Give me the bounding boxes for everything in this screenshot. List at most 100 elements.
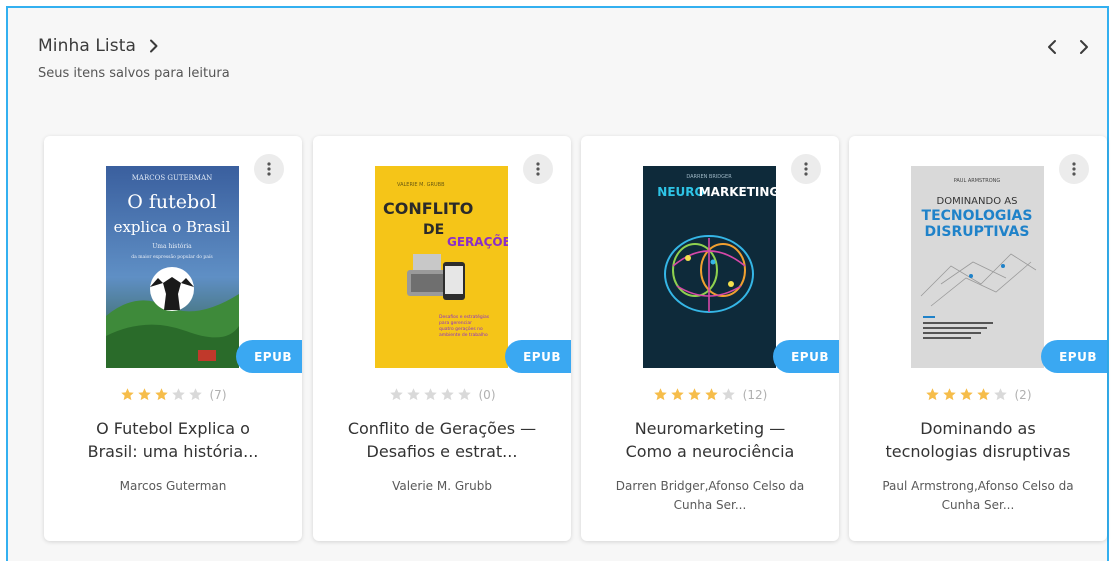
- star-icon: [687, 387, 702, 402]
- card-menu-button[interactable]: [523, 154, 553, 184]
- format-badge: EPUB: [773, 340, 839, 373]
- book-author-line: Cunha Ser...: [941, 498, 1015, 512]
- star-icon: [440, 387, 455, 402]
- card-menu-button[interactable]: [254, 154, 284, 184]
- book-author: Darren Bridger,Afonso Celso da Cunha Ser…: [597, 477, 823, 515]
- book-title-line: Como a neurociência: [625, 442, 795, 461]
- star-icon: [154, 387, 169, 402]
- book-title-line: Dominando as: [920, 419, 1036, 438]
- star-icon: [457, 387, 472, 402]
- book-title-line: Neuromarketing —: [634, 419, 786, 438]
- cover-subtitle-text: para gerenciar: [439, 320, 472, 326]
- book-title-line: O Futebol Explica o: [96, 419, 250, 438]
- star-icon: [171, 387, 186, 402]
- star-icon: [993, 387, 1008, 402]
- book-title[interactable]: Dominando as tecnologias disruptivas: [867, 417, 1089, 463]
- book-card[interactable]: PAUL ARMSTRONG DOMINANDO AS TECNOLOGIAS …: [849, 136, 1107, 541]
- book-title-line: Brasil: uma história...: [87, 442, 259, 461]
- star-icon: [925, 387, 940, 402]
- format-badge: EPUB: [1041, 340, 1107, 373]
- cover-title-text: CONFLITO: [383, 199, 473, 218]
- book-cover-image[interactable]: PAUL ARMSTRONG DOMINANDO AS TECNOLOGIAS …: [911, 166, 1044, 368]
- chevron-right-icon: [1080, 40, 1088, 54]
- star-icon: [653, 387, 668, 402]
- chevron-left-icon: [1048, 40, 1056, 54]
- rating: (7): [44, 387, 302, 402]
- star-icon: [423, 387, 438, 402]
- rating: (0): [313, 387, 571, 402]
- star-icon: [704, 387, 719, 402]
- book-title[interactable]: O Futebol Explica o Brasil: uma história…: [62, 417, 284, 463]
- card-menu-button[interactable]: [791, 154, 821, 184]
- more-vertical-icon: [536, 162, 540, 176]
- rating: (12): [581, 387, 839, 402]
- book-author-line: Cunha Ser...: [673, 498, 747, 512]
- book-card[interactable]: VALERIE M. GRUBB CONFLITO DE GERAÇÕES De…: [313, 136, 571, 541]
- my-list-section: Minha Lista Seus itens salvos para leitu…: [6, 6, 1109, 561]
- book-author-line: Darren Bridger,Afonso Celso da: [615, 479, 805, 493]
- book-cover-image[interactable]: MARCOS GUTERMAN O futebol explica o Bras…: [106, 166, 239, 368]
- more-vertical-icon: [804, 162, 808, 176]
- book-author-line: Marcos Guterman: [119, 479, 227, 493]
- section-subtitle: Seus itens salvos para leitura: [38, 66, 230, 81]
- cover-title-text: explica o Brasil: [114, 218, 231, 236]
- format-badge: EPUB: [505, 340, 571, 373]
- more-vertical-icon: [267, 162, 271, 176]
- book-title-line: tecnologias disruptivas: [885, 442, 1071, 461]
- star-icon: [942, 387, 957, 402]
- cover-title-text: GERAÇÕES: [447, 234, 508, 249]
- carousel-nav: [1043, 38, 1093, 56]
- book-cover-image[interactable]: DARREN BRIDGER NEURO MARKETING: [643, 166, 776, 368]
- cover-author-text: VALERIE M. GRUBB: [397, 182, 445, 188]
- chevron-right-icon[interactable]: [146, 38, 162, 54]
- carousel-prev-button[interactable]: [1043, 38, 1061, 56]
- star-icon: [721, 387, 736, 402]
- section-title[interactable]: Minha Lista: [38, 36, 136, 56]
- star-icon: [976, 387, 991, 402]
- cover-subtitle-text: da maior expressão popular do país: [131, 253, 213, 260]
- cover-author-text: PAUL ARMSTRONG: [954, 178, 1001, 184]
- rating: (2): [849, 387, 1107, 402]
- cover-author-text: DARREN BRIDGER: [686, 174, 732, 180]
- cover-subtitle-text: Desafios e estratégias: [439, 313, 490, 320]
- cover-title-text: NEURO: [657, 185, 704, 199]
- cover-subtitle-text: Uma história: [152, 243, 192, 250]
- cover-title-text: DISRUPTIVAS: [925, 224, 1030, 240]
- star-rating: [653, 387, 736, 402]
- cover-title-text: DOMINANDO AS: [937, 196, 1018, 207]
- book-author: Paul Armstrong,Afonso Celso da Cunha Ser…: [865, 477, 1091, 515]
- book-card[interactable]: MARCOS GUTERMAN O futebol explica o Bras…: [44, 136, 302, 541]
- card-menu-button[interactable]: [1059, 154, 1089, 184]
- book-title[interactable]: Conflito de Gerações — Desafios e estrat…: [331, 417, 553, 463]
- cover-title-text: DE: [423, 222, 444, 238]
- book-author-line: Valerie M. Grubb: [392, 479, 492, 493]
- cover-title-text: TECNOLOGIAS: [922, 208, 1033, 224]
- star-icon: [188, 387, 203, 402]
- cover-author-text: MARCOS GUTERMAN: [132, 174, 213, 182]
- star-icon: [670, 387, 685, 402]
- book-author: Valerie M. Grubb: [329, 477, 555, 496]
- rating-count: (12): [742, 387, 768, 402]
- section-header[interactable]: Minha Lista: [38, 36, 162, 56]
- rating-count: (0): [478, 387, 496, 402]
- cover-title-text: MARKETING: [699, 185, 776, 199]
- rating-count: (2): [1014, 387, 1032, 402]
- star-rating: [120, 387, 203, 402]
- book-cover-image[interactable]: VALERIE M. GRUBB CONFLITO DE GERAÇÕES De…: [375, 166, 508, 368]
- star-icon: [120, 387, 135, 402]
- star-icon: [389, 387, 404, 402]
- book-title[interactable]: Neuromarketing — Como a neurociência: [599, 417, 821, 463]
- format-badge: EPUB: [236, 340, 302, 373]
- book-title-line: Conflito de Gerações —: [347, 419, 537, 438]
- more-vertical-icon: [1072, 162, 1076, 176]
- star-icon: [406, 387, 421, 402]
- cover-title-text: O futebol: [127, 191, 216, 213]
- star-rating: [389, 387, 472, 402]
- star-icon: [959, 387, 974, 402]
- star-icon: [137, 387, 152, 402]
- book-card[interactable]: DARREN BRIDGER NEURO MARKETING EPUB (12)…: [581, 136, 839, 541]
- carousel-next-button[interactable]: [1075, 38, 1093, 56]
- cover-subtitle-text: quatro gerações no: [439, 326, 483, 332]
- star-rating: [925, 387, 1008, 402]
- book-author: Marcos Guterman: [60, 477, 286, 496]
